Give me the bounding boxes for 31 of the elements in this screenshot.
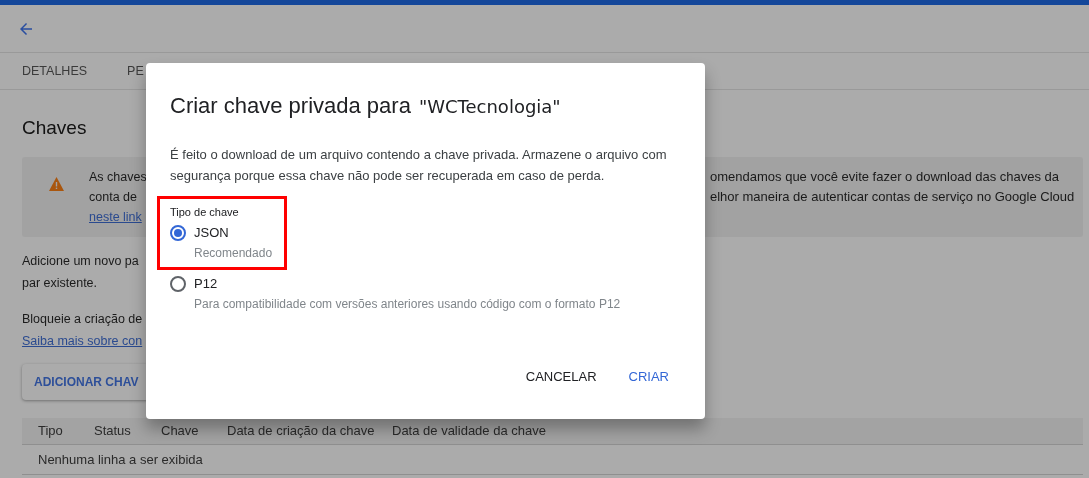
warning-text: omendamos que você evite fazer o download das chaves da (710, 168, 1061, 186)
dialog-title: Criar chave privada para (170, 92, 411, 120)
radio-label: P12 (194, 275, 218, 293)
body-text: Adicione um novo pa (22, 253, 139, 270)
link[interactable]: Saiba mais sobre con (22, 330, 143, 352)
empty-message: Nenhuma linha a ser exibida (38, 450, 203, 469)
field-label: Tipo de chave (170, 205, 240, 219)
column-header: Data de criação da chave (227, 422, 376, 441)
column-header: Chave (161, 422, 200, 441)
radio-button[interactable] (170, 225, 186, 241)
body-text: par existente. (22, 275, 98, 292)
column-header: Tipo (38, 422, 64, 441)
link[interactable]: neste link (89, 207, 142, 227)
cancel-button[interactable]: CANCELAR (513, 359, 609, 395)
dialog-description: É feito o download de um arquivo contendo a chave privada. Armazene o arquivo com segurança porque essa chave não pode ser recuperada em caso de perda. (170, 146, 668, 185)
tab[interactable]: DETALHES (22, 61, 88, 81)
create-button[interactable]: CRIAR (616, 359, 681, 395)
radio-button[interactable] (170, 276, 186, 292)
option-hint: Recomendado (194, 245, 273, 262)
warning-icon (49, 177, 64, 191)
column-header: Data de validade da chave (392, 422, 546, 441)
section-heading: Chaves (22, 116, 88, 140)
warning-text: elhor maneira de autenticar contas de serviço no Google Cloud (710, 188, 1075, 206)
warning-text: As chaves (89, 169, 147, 186)
tab[interactable]: PE (127, 61, 144, 81)
option-hint: Para compatibilidade com versões anteriores usando código com o formato P12 (194, 296, 622, 313)
warning-text: conta de (89, 189, 137, 206)
column-header: Status (94, 422, 132, 441)
radio-label: JSON (194, 224, 229, 242)
body-text: Bloqueie a criação de (22, 311, 143, 328)
account-name: "WCTecnologia" (418, 95, 561, 119)
